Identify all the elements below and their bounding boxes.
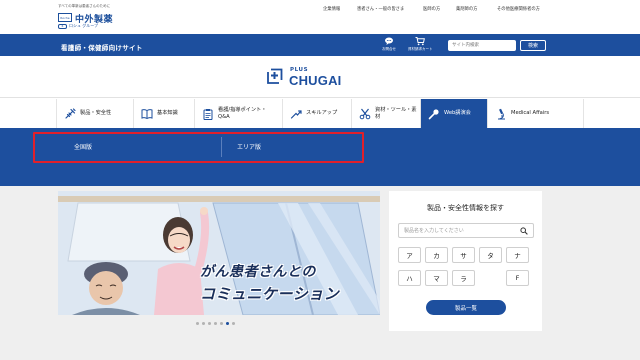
microscope-icon — [498, 108, 505, 119]
nav-item-web-lecture[interactable]: Web講演会 — [421, 99, 488, 128]
toplink-doctors[interactable]: 医師の方 — [423, 6, 440, 12]
kana-button-sa[interactable]: サ — [452, 247, 475, 263]
cart-label: 資材請求カート — [408, 47, 433, 51]
kana-button-na[interactable]: ナ — [506, 247, 529, 263]
dropdown-divider — [221, 137, 222, 157]
kana-button-a[interactable]: ア — [398, 247, 421, 263]
nav-item-materials[interactable]: 資材・ツール・素材 — [352, 99, 421, 128]
clipboard-icon — [203, 108, 213, 120]
kana-button-ta[interactable]: タ — [479, 247, 502, 263]
main-nav: 製品・安全性 基本知識 看護/指導ポイント・Q&A スキルアップ 資材・ツール・… — [56, 99, 584, 128]
carousel-dot[interactable] — [208, 322, 211, 325]
brand-band: PLUS CHUGAI — [0, 56, 640, 98]
product-search-placeholder: 製品名を入力してください — [404, 228, 464, 234]
hero-caption: がん患者さんとの コミュニケーション — [200, 261, 378, 304]
toplink-patients[interactable]: 患者さん・一般の皆さま — [357, 6, 404, 12]
syringe-icon — [65, 107, 76, 119]
toplink-corporate[interactable]: 企業情報 — [323, 6, 340, 12]
site-search-input[interactable] — [448, 40, 516, 51]
top-bar: すべての革新は患者さんのために Roche 中外製薬 R ロシュ グループ 企業… — [0, 0, 640, 34]
plus-chugai-logo-icon[interactable] — [266, 68, 283, 85]
nav-item-basic-knowledge[interactable]: 基本知識 — [134, 99, 195, 128]
microphone-icon — [428, 108, 439, 119]
site-header: 看護師・保健師向けサイト お問合せ 資材請求カート 検索 — [0, 34, 640, 56]
carousel-dots — [196, 322, 235, 325]
kana-button-ha[interactable]: ハ — [398, 270, 421, 286]
product-search-panel: 製品・安全性情報を探す 製品名を入力してください ア カ サ タ ナ ハ マ ラ… — [389, 191, 542, 331]
brand-chugai-text: CHUGAI — [289, 73, 342, 88]
roche-group-label: ロシュ グループ — [69, 23, 99, 28]
scissors-icon — [359, 108, 371, 119]
book-icon — [141, 108, 153, 119]
product-search-input[interactable]: 製品名を入力してください — [398, 223, 534, 238]
logo-emblem: Roche — [58, 13, 72, 22]
nav-label-medical-affairs: Medical Affairs — [511, 110, 550, 116]
roche-group: R ロシュ グループ — [58, 23, 98, 29]
nav-label-basic-knowledge: 基本知識 — [157, 110, 178, 116]
product-list-button[interactable]: 製品一覧 — [426, 300, 506, 315]
nav-item-skill-up[interactable]: スキルアップ — [283, 99, 352, 128]
product-search-title: 製品・安全性情報を探す — [427, 204, 504, 212]
kana-button-ra[interactable]: ラ — [452, 270, 475, 286]
carousel-dot[interactable] — [226, 322, 229, 325]
kana-button-ka[interactable]: カ — [425, 247, 448, 263]
nav-label-web-lecture: Web講演会 — [444, 110, 471, 116]
inquiry-label: お問合せ — [382, 47, 396, 51]
nav-item-medical-affairs[interactable]: Medical Affairs — [488, 99, 584, 128]
toplink-pharmacists[interactable]: 薬剤師の方 — [456, 6, 477, 12]
logo-emblem-text: Roche — [60, 15, 70, 20]
nav-label-products: 製品・安全性 — [80, 110, 112, 116]
kana-empty-cell — [479, 270, 502, 286]
kana-button-f[interactable]: F — [506, 270, 529, 286]
arrow-up-icon — [290, 109, 302, 119]
hero-title-line2: コミュニケーション — [200, 285, 340, 303]
carousel-dot[interactable] — [202, 322, 205, 325]
roche-icon: R — [58, 23, 67, 29]
carousel-dot[interactable] — [220, 322, 223, 325]
site-label: 看護師・保健師向けサイト — [61, 44, 143, 52]
kana-button-ma[interactable]: マ — [425, 270, 448, 286]
nav-label-materials: 資材・ツール・素材 — [375, 106, 417, 120]
inquiry-link[interactable]: お問合せ — [382, 36, 396, 52]
nav-item-products[interactable]: 製品・安全性 — [56, 99, 134, 128]
carousel-dot[interactable] — [232, 322, 235, 325]
search-icon[interactable] — [520, 227, 528, 235]
kana-index-grid: ア カ サ タ ナ ハ マ ラ F — [398, 247, 529, 286]
toplink-other-medical[interactable]: その他医療関係者の方 — [497, 6, 540, 12]
nav-label-nursing-points: 看護/指導ポイント・Q&A — [218, 106, 267, 120]
carousel-dot[interactable] — [214, 322, 217, 325]
dropdown-item-national[interactable]: 全国版 — [74, 142, 92, 151]
cart-icon — [415, 37, 426, 46]
hero-title-line1: がん患者さんとの — [200, 264, 316, 280]
nav-item-nursing-points[interactable]: 看護/指導ポイント・Q&A — [195, 99, 283, 128]
dropdown-item-area[interactable]: エリア版 — [237, 142, 261, 151]
inquiry-icon — [385, 37, 393, 45]
nav-label-skill-up: スキルアップ — [306, 110, 338, 116]
cart-link[interactable]: 資材請求カート — [408, 36, 433, 52]
site-search-button[interactable]: 検索 — [520, 40, 546, 51]
carousel-dot[interactable] — [196, 322, 199, 325]
